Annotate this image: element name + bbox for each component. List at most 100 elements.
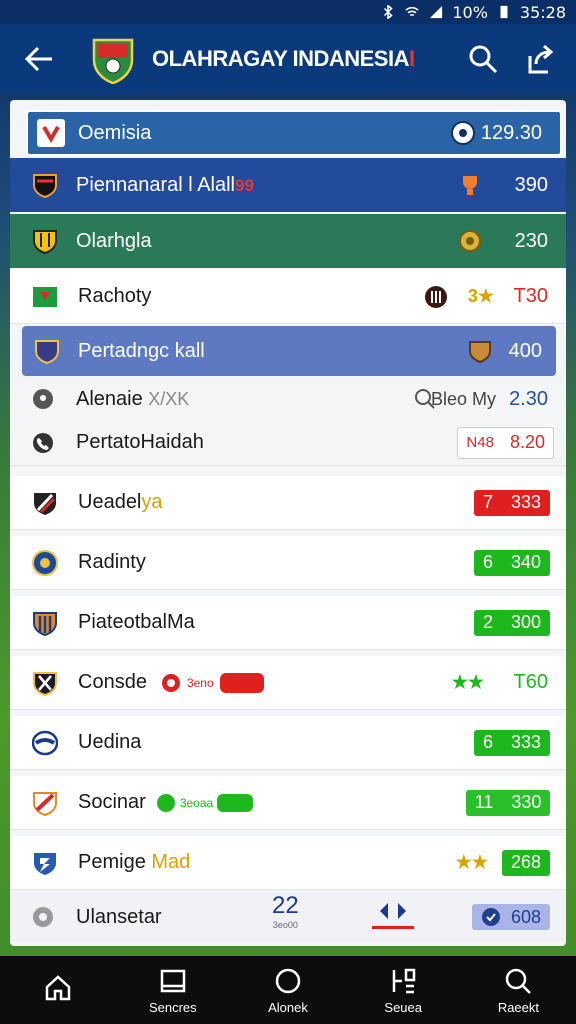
score-pill: 268 [502, 849, 550, 876]
clock: 35:28 [519, 2, 566, 22]
league-value: 390 [514, 173, 548, 196]
team-name: Rachoty [78, 285, 152, 307]
team-row[interactable]: PertatoHaidah N48 8.20 [10, 420, 566, 466]
list-icon [392, 968, 416, 993]
team-row-selected[interactable]: Pertadngc kall 400 [22, 326, 556, 376]
nav-search[interactable]: Raeekt [461, 956, 576, 1024]
league-badge-icon [37, 119, 65, 147]
nav-schedule[interactable]: Seuea [346, 956, 461, 1024]
team-value: 2.30 [509, 387, 548, 410]
team-name: PiateotbalMa [78, 611, 195, 633]
score-pill: 6 333 [474, 729, 550, 756]
club-crest-icon [425, 285, 447, 308]
team-value: T30 [513, 285, 548, 307]
score-pill: 608 [472, 904, 550, 930]
match-count: 22 3eo00 [272, 892, 299, 930]
bluetooth-icon [384, 5, 394, 19]
circle-icon [275, 968, 301, 993]
ball-icon [451, 121, 475, 145]
home-icon [45, 975, 70, 1001]
team-name: Alenaie X/XK [76, 387, 190, 410]
signal-icon [430, 5, 443, 19]
share-icon[interactable] [524, 42, 558, 76]
phone-icon [33, 432, 53, 453]
team-name: Ulansetar [76, 905, 162, 928]
league-name: Olarhgla [76, 229, 152, 252]
search-icon[interactable] [466, 42, 500, 76]
team-name: Radinty [78, 551, 146, 573]
team-row[interactable]: Radinty 6 340 [10, 536, 566, 590]
club-crest-icon [33, 286, 57, 307]
team-value: 400 [508, 339, 542, 362]
league-name: Oemisia [78, 121, 152, 144]
scores-icon [160, 969, 186, 992]
back-button[interactable] [22, 42, 58, 78]
nav-scores[interactable]: Sencres [115, 956, 230, 1024]
battery-percent: 10% [452, 2, 488, 22]
league-name: Piennanaral l Alall99 [76, 173, 254, 196]
team-row[interactable]: Ueadelya 7 333 [10, 476, 566, 530]
team-name: Ueadelya [78, 491, 163, 513]
team-row[interactable]: Alenaie X/XK Bleo My 2.30 [10, 378, 566, 420]
team-row[interactable]: Consde 3eno ★★ T60 [10, 656, 566, 710]
wifi-icon [405, 6, 420, 17]
badge-icon [481, 908, 500, 926]
club-crest-icon [33, 174, 57, 198]
league-value: 129.30 [480, 121, 542, 144]
league-value: 230 [514, 229, 548, 252]
nav-home[interactable] [0, 956, 115, 1024]
medal-icon [459, 230, 481, 252]
search-icon [506, 968, 532, 994]
battery-icon [500, 5, 508, 19]
score-pill: 7 333 [474, 489, 550, 516]
app-bar: OLAHRAGAY INDANESIAI [0, 24, 576, 94]
club-crest-icon [33, 671, 57, 696]
score-pill: 6 340 [474, 549, 550, 576]
nav-live[interactable]: Alonek [230, 956, 345, 1024]
team-value: T60 [513, 671, 548, 693]
status-bar: 10% 35:28 [0, 0, 576, 24]
team-row[interactable]: Pemige Mad ★★ 268 [10, 836, 566, 890]
team-row[interactable]: Rachoty 3★ T30 [10, 270, 566, 324]
league-row-1[interactable]: Oemisia 129.30 [26, 110, 562, 156]
swap-icon [380, 903, 406, 919]
score-pill: 2 300 [474, 609, 550, 636]
team-row[interactable]: PiateotbalMa 2 300 [10, 596, 566, 650]
federation-logo-icon [92, 38, 134, 84]
score-pill: 11 330 [466, 789, 550, 816]
club-crest-icon [34, 852, 56, 875]
club-crest-icon [33, 611, 57, 636]
team-name: PertatoHaidah [76, 431, 204, 453]
club-crest-icon [33, 791, 57, 816]
swap-button[interactable] [372, 900, 414, 929]
scores-panel: Oemisia 129.30 Piennanaral l Alall99 390… [10, 100, 566, 946]
team-row[interactable]: Socinar 3eoaa 11 330 [10, 776, 566, 830]
club-crest-icon [34, 492, 56, 515]
league-row-3[interactable]: Olarhgla 230 [10, 214, 566, 268]
team-name: Consde [78, 671, 147, 693]
club-crest-icon [469, 341, 491, 363]
rating-stars: 3★ [467, 286, 494, 306]
team-name: Uedina [78, 731, 142, 753]
rating-stars: ★★ [451, 672, 484, 692]
trophy-icon [463, 176, 477, 195]
status-chip: 3eoaa [156, 793, 254, 813]
status-chip: 3eno [161, 672, 264, 693]
team-name: Pemige Mad [78, 851, 191, 873]
settings-icon [33, 907, 53, 927]
score-box: N48 8.20 [457, 426, 554, 459]
page-title: OLAHRAGAY INDANESIAI [152, 46, 415, 71]
record-icon [161, 673, 180, 692]
team-row[interactable]: Uedina 6 333 [10, 716, 566, 770]
league-row-2[interactable]: Piennanaral l Alall99 390 [10, 158, 566, 212]
club-crest-icon [33, 230, 57, 254]
team-name: Pertadngc kall [78, 339, 205, 362]
club-crest-icon [32, 549, 58, 576]
team-row[interactable]: Ulansetar 22 3eo00 608 [10, 892, 566, 942]
bottom-navigation: Sencres Alonek Seuea Raeekt [0, 956, 576, 1024]
rating-stars: ★★ [455, 852, 488, 872]
club-crest-icon [32, 730, 58, 755]
record-icon [156, 793, 175, 812]
location-pin-icon [33, 389, 53, 409]
team-name: Socinar [78, 791, 146, 813]
